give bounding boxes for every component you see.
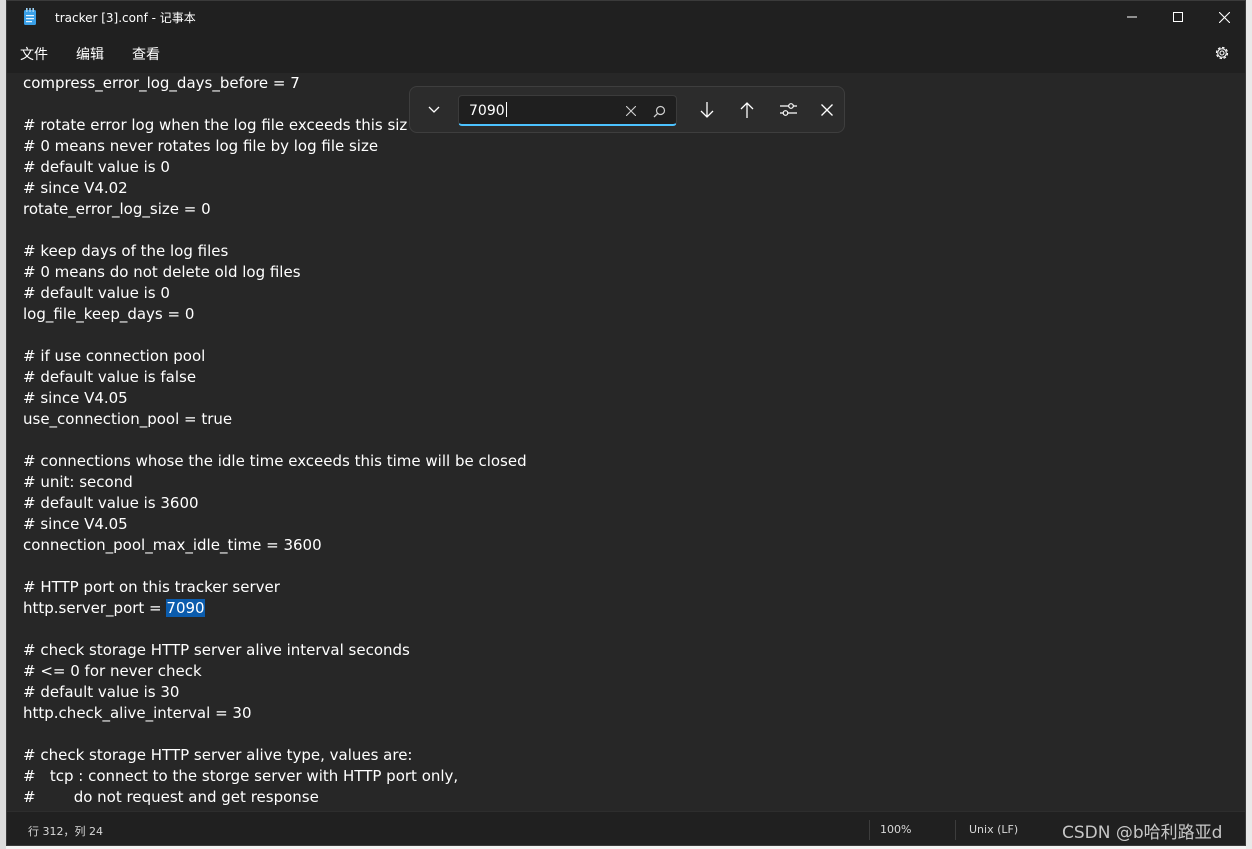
close-icon [1218,11,1230,23]
editor-line: # <= 0 for never check [23,662,202,680]
editor-line: # check storage HTTP server alive type, … [23,746,413,764]
status-bar: 行 312，列 24 100% Unix (LF) [7,811,1245,845]
editor-line: # since V4.05 [23,389,128,407]
editor-line: connection_pool_max_idle_time = 3600 [23,536,322,554]
editor-line: http.check_alive_interval = 30 [23,704,252,722]
clear-icon [626,106,636,116]
cursor-position: 行 312，列 24 [28,825,103,838]
gear-icon[interactable] [1213,44,1231,62]
find-panel: 7090 [409,86,845,133]
menu-view[interactable]: 查看 [132,44,160,64]
editor-line: # if use connection pool [23,347,206,365]
editor-line: # default value is 0 [23,158,170,176]
notepad-icon [24,8,36,25]
menu-edit[interactable]: 编辑 [76,44,104,64]
editor-line: # tcp : connect to the storge server wit… [23,767,459,785]
search-match-highlight: 7090 [166,599,205,617]
search-button[interactable] [645,97,673,125]
title-bar[interactable]: tracker [3].conf - 记事本 [7,1,1245,33]
editor-line-current: http.server_port = 7090 [23,598,205,619]
line-ending: Unix (LF) [969,823,1019,836]
zoom-level: 100% [880,823,912,836]
notepad-window: tracker [3].conf - 记事本 文件 编辑 查看 compress… [6,0,1246,846]
editor-line: # HTTP port on this tracker server [23,578,280,596]
text-caret [505,102,507,117]
background-window-edge-right [1246,0,1252,849]
maximize-icon [1173,12,1183,22]
menu-bar: 文件 编辑 查看 [7,33,1245,73]
csdn-watermark: CSDN @b哈利路亚d [1062,823,1223,843]
editor-line: log_file_keep_days = 0 [23,305,195,323]
text-editor[interactable]: compress_error_log_days_before = 7 # rot… [7,73,1245,811]
close-icon [821,104,833,116]
editor-line: # default value is 3600 [23,494,199,512]
search-icon [653,105,665,117]
editor-line: # keep days of the log files [23,242,229,260]
editor-line: # rotate error log when the log file exc… [23,116,408,134]
line-text: http.server_port = [23,599,167,617]
editor-line: # 0 means never rotates log file by log … [23,137,379,155]
arrow-down-icon [700,102,714,118]
editor-line: # since V4.02 [23,179,128,197]
minimize-icon [1127,16,1137,18]
editor-line: # check storage HTTP server alive interv… [23,641,410,659]
toggle-replace-button[interactable] [420,96,448,124]
editor-line: # since V4.05 [23,515,128,533]
find-previous-button[interactable] [733,96,761,124]
status-divider [869,820,870,840]
editor-line: # default value is 30 [23,683,180,701]
options-icon [779,103,797,116]
menu-file[interactable]: 文件 [20,44,48,64]
editor-line: compress_error_log_days_before = 7 [23,74,300,92]
maximize-button[interactable] [1155,1,1201,33]
chevron-down-icon [428,106,440,113]
editor-line: # default value is 0 [23,284,170,302]
minimize-button[interactable] [1109,1,1155,33]
find-input[interactable]: 7090 [458,95,677,126]
close-window-button[interactable] [1201,1,1245,33]
editor-line: use_connection_pool = true [23,410,233,428]
editor-line: # connections whose the idle time exceed… [23,452,527,470]
clear-find-button[interactable] [617,97,645,125]
close-find-button[interactable] [813,96,841,124]
find-options-button[interactable] [774,96,802,124]
arrow-up-icon [740,102,754,118]
editor-line: # 0 means do not delete old log files [23,263,301,281]
editor-line: # do not request and get response [23,788,319,806]
editor-line: # unit: second [23,473,133,491]
status-divider [955,820,956,840]
window-title: tracker [3].conf - 记事本 [55,11,196,25]
editor-line: rotate_error_log_size = 0 [23,200,211,218]
editor-line: # default value is false [23,368,197,386]
vertical-scrollbar[interactable] [1239,73,1245,811]
find-input-value: 7090 [469,103,505,119]
find-next-button[interactable] [693,96,721,124]
